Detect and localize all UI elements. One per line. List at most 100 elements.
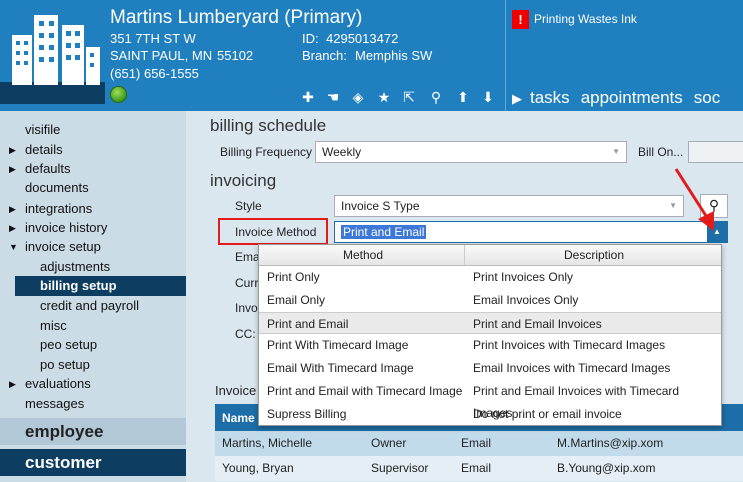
tab-tasks[interactable]: tasks [530,88,570,107]
bill-on-field[interactable] [688,141,743,163]
sidebar-item-integrations[interactable]: ▶ integrations [0,199,186,219]
expand-arrow-icon: ▶ [9,145,16,155]
tab-social[interactable]: soc [694,88,720,107]
dropdown-option[interactable]: Email With Timecard Image Email Invoices … [259,357,721,379]
dropdown-option[interactable]: Supress Billing Do not print or email inv… [259,403,721,425]
status-online-icon [110,86,127,103]
address-line1: 351 7TH ST W [110,31,196,46]
invoicing-heading: invoicing [210,171,277,190]
sidebar-item-label: misc [40,318,67,333]
sidebar-item-invoice-setup[interactable]: ▼ invoice setup [0,237,186,257]
sidebar-item-documents[interactable]: documents [0,178,186,198]
address-zip: 55102 [217,48,254,63]
star-icon[interactable]: ★ [376,89,392,105]
sidebar-item-label: messages [25,396,85,411]
option-method: Email Only [267,293,326,307]
sidebar-item-label: billing setup [40,278,117,293]
table-row[interactable]: Martins, Michelle Owner Email M.Martins@… [215,431,743,456]
option-method: Print Only [267,270,320,284]
option-description: Email Invoices Only [473,293,579,307]
option-description: Print Invoices Only [473,270,574,284]
sidebar-item-credit-and-payroll[interactable]: credit and payroll [0,296,186,316]
alert-message[interactable]: Printing Wastes Ink [534,12,637,26]
sidebar-item-evaluations[interactable]: ▶ evaluations [0,374,186,394]
search-icon[interactable]: ⚲ [428,89,444,105]
company-name: Martins Lumberyard (Primary) [110,7,363,28]
sidebar-item-invoice-history[interactable]: ▶ invoice history [0,218,186,238]
dropdown-option[interactable]: Email Only Email Invoices Only [259,289,721,311]
bill-on-label: Bill On... [638,145,684,159]
sidebar-item-misc[interactable]: misc [0,316,186,336]
id-value: 4295013472 [326,31,399,46]
hand-icon[interactable]: ☚ [325,89,341,105]
sidebar-item-label: integrations [25,201,93,216]
cell-email: M.Martins@xip.xom [557,436,664,450]
dropdown-option-selected[interactable]: Print and Email Print and Email Invoices [259,312,721,334]
alert-icon[interactable]: ! [512,10,529,29]
billing-frequency-select[interactable]: Weekly ▼ [315,141,627,163]
table-row[interactable]: Young, Bryan Supervisor Email B.Young@xi… [215,456,743,481]
column-method: Method [343,248,384,262]
cell-role: Owner [371,436,407,450]
dropdown-option[interactable]: Print With Timecard Image Print Invoices … [259,334,721,356]
sidebar-item-po-setup[interactable]: po setup [0,355,186,375]
dropdown-header: Method Description [259,245,721,266]
sidebar-item-label: details [25,142,63,157]
cell-method: Email [461,436,492,450]
sidebar-item-label: invoice history [25,220,108,235]
cell-method: Email [461,461,492,475]
annotation-arrow-icon [674,168,714,231]
option-method: Print and Email with Timecard Image [267,384,463,398]
sidebar-item-label: visifile [25,122,61,137]
add-icon[interactable]: ✚ [300,89,316,105]
column-description: Description [564,248,625,262]
tab-appointments[interactable]: appointments [581,88,683,107]
arrow-down-icon[interactable]: ⬇ [480,89,496,105]
sidebar-item-billing-setup[interactable]: billing setup [15,276,186,296]
id-label: ID: [302,31,319,46]
option-description: Print Invoices with Timecard Images [473,338,666,352]
option-method: Print and Email [267,317,349,331]
invoice-method-value: Print and Email [341,225,427,239]
chevron-down-icon: ▼ [612,147,620,156]
play-icon[interactable]: ▶ [512,91,522,106]
billing-frequency-label: Billing Frequency [220,145,313,159]
employee-section-button[interactable]: employee [0,418,186,445]
dropdown-option[interactable]: Print and Email with Timecard Image Print… [259,380,721,420]
sidebar-item-label: peo setup [40,337,98,352]
option-description: Print and Email Invoices [473,317,602,331]
style-select[interactable]: Invoice S Type ▼ [334,195,684,217]
external-link-icon[interactable]: ⇱ [401,89,417,105]
sidebar-item-defaults[interactable]: ▶ defaults [0,159,186,179]
invoice-method-select[interactable]: Print and Email ▲ [334,221,728,243]
invoice-contacts-heading-partial: Invoice [215,383,257,398]
sidebar-item-label: evaluations [25,376,91,391]
sidebar-item-peo-setup[interactable]: peo setup [0,335,186,355]
cell-name: Martins, Michelle [222,436,313,450]
sidebar-item-label: documents [25,180,89,195]
sidebar-item-label: invoice setup [25,239,101,254]
invoice-label-partial: Invo [235,301,258,315]
buildings-icon [12,15,100,85]
option-method: Supress Billing [267,407,347,421]
cell-name: Young, Bryan [222,461,294,475]
header: Martins Lumberyard (Primary) 351 7TH ST … [0,0,743,111]
sidebar-item-details[interactable]: ▶ details [0,140,186,160]
header-tabs: ▶ tasks appointments soc [512,88,731,108]
expand-arrow-icon: ▶ [9,164,16,174]
dropdown-option[interactable]: Print Only Print Invoices Only [259,266,721,288]
arrow-up-icon[interactable]: ⬆ [455,89,471,105]
sidebar-item-messages[interactable]: messages [0,394,186,414]
sidebar-item-visifile[interactable]: visifile [0,120,186,140]
option-description: Do not print or email invoice [473,407,622,421]
puzzle-icon[interactable]: ◈ [350,89,366,105]
cell-role: Supervisor [371,461,429,475]
customer-section-button[interactable]: customer [0,449,186,476]
column-name[interactable]: Name [222,411,255,425]
sidebar-item-label: po setup [40,357,90,372]
sidebar: visifile ▶ details ▶ defaults documents ▶ i… [0,111,186,482]
branch-label: Branch: [302,48,347,63]
header-divider [505,0,506,111]
sidebar-item-label: credit and payroll [40,298,139,313]
sidebar-item-adjustments[interactable]: adjustments [0,257,186,277]
